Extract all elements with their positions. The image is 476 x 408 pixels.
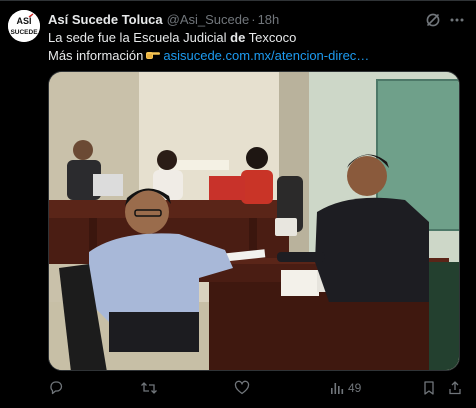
reply-icon — [50, 381, 63, 395]
tweet-text-line2: Más información asisucede.com.mx/atencio… — [48, 47, 460, 65]
bookmark-button[interactable] — [422, 377, 436, 399]
tweet-header: Así Sucede Toluca @Asi_Sucede · 18h — [48, 11, 279, 29]
tweet[interactable]: ASÍ SUCEDE Así Sucede Toluca @Asi_Sucede ·… — [0, 0, 476, 408]
tweet-text-line1-a: La sede fue la Escuela Judicial — [48, 30, 231, 45]
retweet-icon — [141, 382, 157, 394]
more-info-label: Más información — [48, 48, 144, 63]
header-separator: · — [251, 12, 256, 27]
author-avatar[interactable]: ASÍ SUCEDE — [8, 10, 40, 42]
bookmark-icon — [424, 381, 434, 395]
pointing-hand-icon — [146, 52, 161, 59]
tweet-timestamp[interactable]: 18h — [258, 12, 280, 27]
tweet-text-line1-b: Texcoco — [245, 30, 297, 45]
reply-button[interactable] — [48, 377, 64, 399]
retweet-button[interactable] — [140, 377, 158, 399]
tweet-actions: 49 — [48, 377, 468, 399]
author-handle[interactable]: @Asi_Sucede — [167, 12, 250, 27]
views-icon — [331, 383, 344, 394]
avatar-text-bottom: SUCEDE — [10, 29, 38, 36]
views-button[interactable]: 49 — [330, 377, 361, 399]
more-icon[interactable] — [448, 11, 466, 29]
photo-illustration — [49, 72, 459, 370]
tweet-link[interactable]: asisucede.com.mx/atencion-direc… — [163, 48, 369, 63]
tweet-text: La sede fue la Escuela Judicial de Texco… — [48, 29, 460, 65]
share-icon — [449, 381, 461, 395]
views-count: 49 — [348, 381, 362, 395]
tweet-text-line1-bold: de — [230, 30, 246, 45]
like-button[interactable] — [234, 377, 250, 399]
avatar-logo: ASÍ SUCEDE — [8, 10, 40, 42]
author-display-name[interactable]: Así Sucede Toluca — [48, 12, 163, 27]
share-button[interactable] — [448, 377, 462, 399]
grok-icon[interactable] — [424, 11, 442, 29]
tweet-text-line1: La sede fue la Escuela Judicial de Texco… — [48, 29, 460, 47]
like-icon — [234, 380, 250, 395]
avatar-text-top: ASÍ — [16, 16, 32, 26]
tweet-media-photo[interactable] — [48, 71, 460, 371]
